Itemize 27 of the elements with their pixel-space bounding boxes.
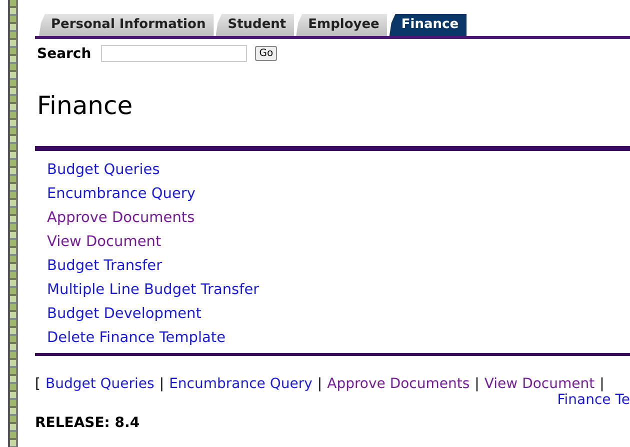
tab[interactable]: Student bbox=[216, 14, 294, 36]
tab[interactable]: Personal Information bbox=[39, 14, 214, 36]
menu-link[interactable]: Budget Transfer bbox=[47, 254, 162, 278]
footer-link[interactable]: Approve Documents bbox=[327, 376, 470, 392]
footer-link[interactable]: Finance Te bbox=[557, 392, 630, 408]
menu-link[interactable]: Delete Finance Template bbox=[47, 326, 226, 350]
menu-link[interactable]: Budget Queries bbox=[47, 158, 160, 182]
menu-link[interactable]: Multiple Line Budget Transfer bbox=[47, 278, 260, 302]
separator: | bbox=[317, 376, 322, 392]
menu-link[interactable]: Budget Development bbox=[47, 302, 202, 326]
search-label: Search bbox=[37, 46, 92, 62]
go-button[interactable]: Go bbox=[255, 46, 278, 61]
footer-link[interactable]: Budget Queries bbox=[45, 376, 154, 392]
tab[interactable]: Finance bbox=[389, 14, 467, 36]
separator: | bbox=[600, 376, 604, 392]
separator: | bbox=[474, 376, 480, 392]
release-label: RELEASE: 8.4 bbox=[35, 415, 141, 431]
footer-link[interactable]: Encumbrance Query bbox=[169, 376, 312, 392]
menu-link[interactable]: View Document bbox=[47, 230, 162, 254]
tab[interactable]: Employee bbox=[296, 14, 388, 36]
page-title: Finance bbox=[37, 91, 134, 120]
menu-link[interactable]: Approve Documents bbox=[47, 206, 195, 230]
bracket: [ bbox=[35, 376, 40, 392]
search-field[interactable] bbox=[101, 45, 248, 62]
separator: | bbox=[159, 376, 164, 392]
footer-link[interactable]: View Document bbox=[484, 376, 595, 392]
menu-link[interactable]: Encumbrance Query bbox=[47, 182, 196, 206]
